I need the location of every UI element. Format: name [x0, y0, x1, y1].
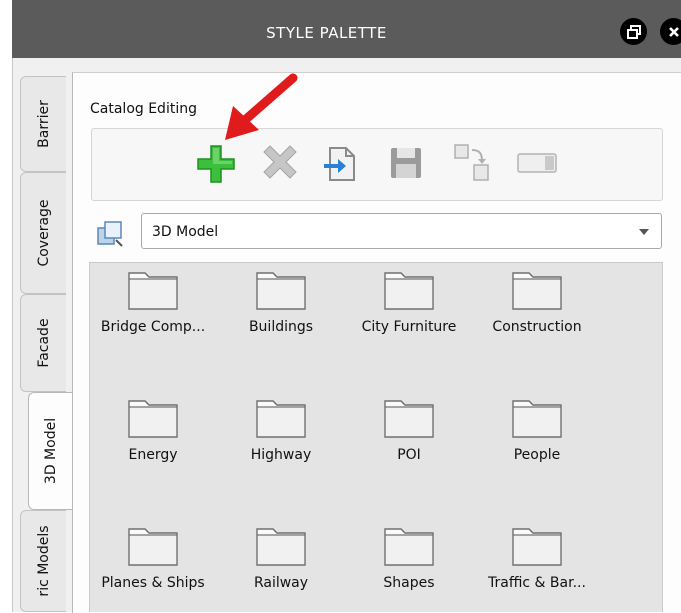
- folder-label: People: [513, 447, 561, 463]
- folder-label: Shapes: [383, 575, 435, 591]
- copy-icon: [454, 144, 489, 181]
- restore-button[interactable]: [620, 18, 647, 45]
- folder-label: POI: [397, 447, 421, 463]
- folder-label: Highway: [250, 447, 312, 463]
- delete-button[interactable]: [258, 142, 302, 190]
- folder-item[interactable]: Traffic & Bar...: [473, 523, 601, 591]
- folder-item[interactable]: City Furniture: [345, 267, 473, 335]
- save-button[interactable]: [388, 145, 424, 185]
- folder-item[interactable]: People: [473, 395, 601, 463]
- tab-label: ric Models: [35, 525, 52, 597]
- category-type-icon[interactable]: [96, 220, 124, 252]
- window-title: STYLE PALETTE: [266, 24, 387, 42]
- folder-icon: [384, 400, 434, 438]
- tab-barrier[interactable]: Barrier: [20, 76, 66, 172]
- import-icon: [324, 147, 355, 181]
- catalog-editing-label: Catalog Editing: [90, 101, 197, 117]
- tab-label: 3D Model: [42, 417, 59, 485]
- folder-icon: [384, 272, 434, 310]
- tab-models[interactable]: ric Models: [20, 510, 66, 612]
- folder-item[interactable]: Construction: [473, 267, 601, 335]
- folder-label: Traffic & Bar...: [488, 575, 586, 591]
- add-icon: [197, 145, 235, 183]
- model-type-icon: [97, 221, 123, 247]
- close-icon: [668, 26, 679, 37]
- folder-label: Railway: [253, 575, 309, 591]
- tab-label: Facade: [35, 318, 52, 368]
- folder-item[interactable]: Shapes: [345, 523, 473, 591]
- folder-item[interactable]: Highway: [217, 395, 345, 463]
- folder-item[interactable]: Bridge Comp...: [89, 267, 217, 335]
- delete-icon: [263, 145, 297, 179]
- folder-item[interactable]: Planes & Ships: [89, 523, 217, 591]
- add-button[interactable]: [194, 142, 238, 190]
- folder-item[interactable]: POI: [345, 395, 473, 463]
- folder-icon: [384, 528, 434, 566]
- restore-icon: [626, 24, 641, 39]
- folder-icon: [256, 400, 306, 438]
- folder-label: Buildings: [248, 319, 314, 335]
- folder-icon: [512, 528, 562, 566]
- folder-label: Planes & Ships: [101, 575, 205, 591]
- folder-icon: [128, 272, 178, 310]
- folder-item[interactable]: Energy: [89, 395, 217, 463]
- category-select[interactable]: 3D Model: [141, 213, 662, 249]
- tab-3d-model[interactable]: 3D Model: [28, 392, 72, 510]
- folder-item[interactable]: Railway: [217, 523, 345, 591]
- folder-icon: [128, 528, 178, 566]
- import-button[interactable]: [322, 144, 360, 188]
- chevron-down-icon[interactable]: [639, 229, 649, 235]
- tab-coverage[interactable]: Coverage: [20, 172, 66, 294]
- copy-button[interactable]: [452, 141, 492, 189]
- title-bar: STYLE PALETTE: [12, 0, 681, 58]
- save-icon: [391, 148, 421, 178]
- folder-icon: [256, 272, 306, 310]
- close-button[interactable]: [660, 18, 681, 45]
- category-select-value: 3D Model: [152, 224, 219, 240]
- tab-facade[interactable]: Facade: [20, 294, 66, 392]
- folder-item[interactable]: Buildings: [217, 267, 345, 335]
- folder-icon: [256, 528, 306, 566]
- folder-icon: [512, 272, 562, 310]
- folder-label: Construction: [492, 319, 582, 335]
- folder-label: Energy: [128, 447, 178, 463]
- folder-icon: [128, 400, 178, 438]
- annotation-arrow: [225, 73, 298, 140]
- folder-label: City Furniture: [361, 319, 457, 335]
- rename-icon: [517, 153, 557, 173]
- tab-label: Barrier: [35, 100, 52, 148]
- rename-button[interactable]: [516, 150, 560, 180]
- tab-label: Coverage: [35, 199, 52, 267]
- folder-label: Bridge Comp...: [100, 319, 206, 335]
- catalog-toolbar: [91, 128, 663, 201]
- folder-icon: [512, 400, 562, 438]
